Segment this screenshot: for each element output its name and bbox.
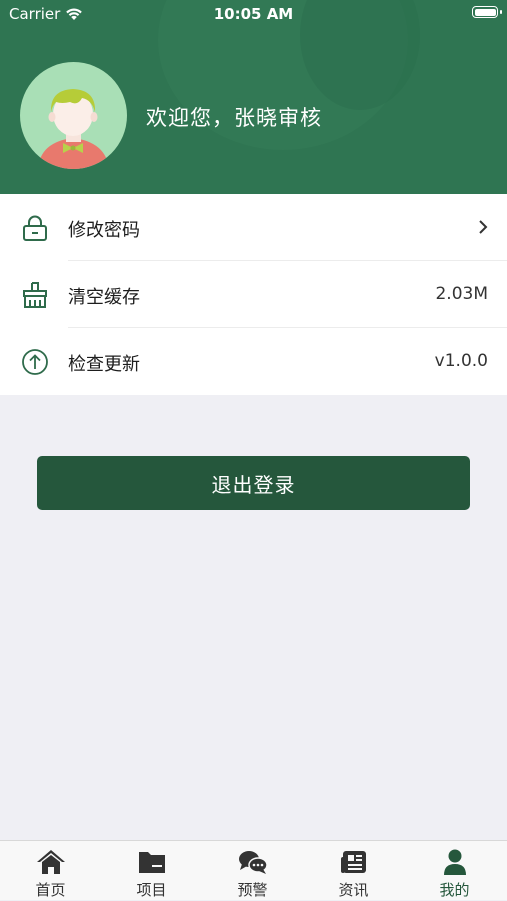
menu-item-check-update[interactable]: 检查更新 v1.0.0 [0,328,507,395]
welcome-text: 欢迎您，张晓审核 [146,106,322,130]
tab-home[interactable]: 首页 [0,841,101,901]
chat-icon [238,851,268,874]
tab-projects[interactable]: 项目 [101,841,202,901]
tab-alerts[interactable]: 预警 [202,841,303,901]
chevron-right-icon [479,220,488,234]
home-icon [36,850,65,874]
settings-menu: 修改密码 清空缓存 2.03M 检查更新 v1.0.0 [0,194,507,395]
menu-item-label: 清空缓存 [68,287,140,308]
lock-icon [23,215,47,241]
upload-icon [22,349,48,375]
battery-icon [472,6,502,18]
tab-label: 资讯 [338,881,369,899]
tab-label: 我的 [439,881,470,899]
menu-item-change-password[interactable]: 修改密码 [0,194,507,261]
tab-label: 项目 [136,881,167,899]
avatar[interactable] [20,62,127,169]
tab-label: 首页 [35,881,66,899]
person-icon [443,849,466,875]
avatar-illustration [38,89,109,169]
cache-size: 2.03M [435,284,488,304]
news-icon [340,851,366,873]
app-version: v1.0.0 [434,351,488,371]
menu-item-label: 修改密码 [68,220,140,241]
clock: 10:05 AM [213,5,294,23]
tab-news[interactable]: 资讯 [303,841,404,901]
tab-bar: 首页 项目 预警 资讯 我的 [0,840,507,900]
menu-item-label: 检查更新 [68,354,140,375]
profile-header: Carrier 10:05 AM 欢迎您，张晓审核 [0,0,507,194]
status-bar: Carrier 10:05 AM [0,0,507,28]
folder-icon [138,852,165,873]
menu-item-clear-cache[interactable]: 清空缓存 2.03M [0,261,507,328]
logout-button[interactable]: 退出登录 [37,456,470,510]
broom-icon [23,282,47,308]
tab-label: 预警 [237,881,268,899]
tab-profile[interactable]: 我的 [404,841,505,901]
